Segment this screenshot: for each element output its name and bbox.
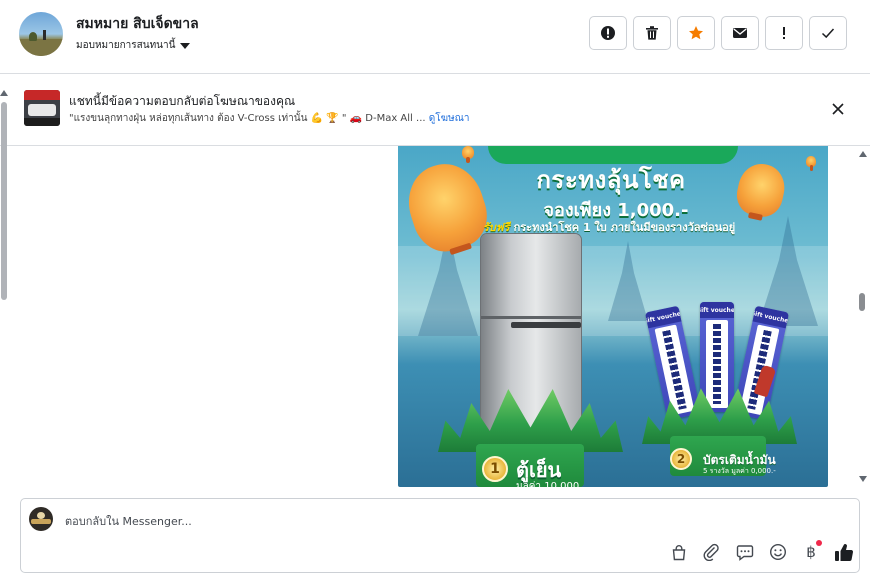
reply-composer: ฿ bbox=[20, 498, 860, 573]
contact-avatar[interactable] bbox=[19, 12, 63, 56]
composer-toolbar: ฿ bbox=[667, 540, 856, 564]
assign-conversation-dropdown[interactable]: มอบหมายการสนทนานี้ bbox=[76, 38, 191, 53]
checkmark-icon bbox=[821, 28, 835, 39]
page-scrollbar[interactable] bbox=[0, 84, 8, 580]
assign-label: มอบหมายการสนทนานี้ bbox=[76, 40, 176, 51]
close-banner-button[interactable] bbox=[828, 99, 848, 119]
saved-replies-button[interactable] bbox=[733, 540, 757, 564]
reply-input[interactable] bbox=[65, 513, 765, 529]
promo-image-message[interactable]: กระทงลุ้นโชค จองเพียง 1,000.- รับฟรี กระ… bbox=[398, 146, 828, 487]
notification-dot bbox=[816, 540, 822, 546]
scroll-down-arrow-icon[interactable] bbox=[859, 476, 867, 482]
caret-down-icon bbox=[180, 42, 191, 49]
trash-icon bbox=[646, 26, 658, 40]
bag-icon bbox=[672, 544, 686, 560]
attach-button[interactable] bbox=[700, 540, 724, 564]
ad-banner-title: แชทนี้มีข้อความตอบกลับต่อโฆษณาของคุณ bbox=[69, 94, 296, 108]
page-avatar bbox=[29, 507, 53, 531]
conversation-actions bbox=[589, 16, 847, 50]
like-button[interactable] bbox=[832, 540, 856, 564]
prize-1-badge: 1 bbox=[482, 456, 508, 482]
alert-circle-icon bbox=[601, 26, 615, 40]
close-icon bbox=[832, 103, 844, 115]
prize-2-value: 5 รางวัล มูลค่า 0,000.- bbox=[703, 467, 776, 475]
prize-2-badge: 2 bbox=[670, 448, 692, 470]
done-button[interactable] bbox=[809, 16, 847, 50]
refrigerator-image bbox=[481, 234, 581, 444]
ad-preview-text: "แรงขนลุกทางฝุ่น หล่อทุกเส้นทาง ต้อง V-C… bbox=[69, 113, 426, 124]
thumbs-up-icon bbox=[835, 543, 854, 561]
spam-button[interactable] bbox=[589, 16, 627, 50]
gift-voucher-card: Gift voucher bbox=[700, 302, 734, 412]
scroll-thumb[interactable] bbox=[859, 293, 865, 311]
ad-thumbnail[interactable] bbox=[24, 90, 60, 126]
prize-1-value: มูลค่า 10,000 bbox=[516, 481, 580, 487]
promo-headline: กระทงลุ้นโชค bbox=[536, 165, 686, 194]
lantern-small-icon bbox=[462, 146, 474, 163]
exclamation-icon bbox=[783, 27, 785, 39]
emoji-button[interactable] bbox=[766, 540, 790, 564]
delete-button[interactable] bbox=[633, 16, 671, 50]
shop-button[interactable] bbox=[667, 540, 691, 564]
star-icon bbox=[689, 26, 703, 40]
smiley-icon bbox=[769, 543, 787, 561]
mark-unread-button[interactable] bbox=[721, 16, 759, 50]
ad-reply-banner: แชทนี้มีข้อความตอบกลับต่อโฆษณาของคุณ "แร… bbox=[0, 74, 870, 146]
contact-name[interactable]: สมหมาย สิบเจ็ดขาล bbox=[76, 13, 199, 35]
scroll-thumb[interactable] bbox=[1, 102, 7, 300]
star-button[interactable] bbox=[677, 16, 715, 50]
view-ad-link[interactable]: ดูโฆษณา bbox=[429, 113, 470, 124]
thread-scrollbar[interactable] bbox=[856, 146, 870, 491]
paperclip-icon bbox=[703, 543, 719, 561]
ad-preview-line: "แรงขนลุกทางฝุ่น หล่อทุกเส้นทาง ต้อง V-C… bbox=[69, 111, 470, 126]
baht-icon: ฿ bbox=[806, 543, 816, 561]
scroll-up-arrow-icon[interactable] bbox=[0, 90, 8, 96]
message-thread: กระทงลุ้นโชค จองเพียง 1,000.- รับฟรี กระ… bbox=[10, 146, 856, 491]
conversation-header: สมหมาย สิบเจ็ดขาล มอบหมายการสนทนานี้ bbox=[0, 0, 870, 74]
chat-bubble-icon bbox=[736, 544, 754, 561]
follow-up-button[interactable] bbox=[765, 16, 803, 50]
messenger-conversation-view: สมหมาย สิบเจ็ดขาล มอบหมายการสนทนานี้ แชท… bbox=[0, 0, 870, 580]
scroll-up-arrow-icon[interactable] bbox=[859, 151, 867, 157]
envelope-icon bbox=[733, 28, 747, 38]
payment-button[interactable]: ฿ bbox=[799, 540, 823, 564]
lantern-tiny-icon bbox=[806, 156, 816, 171]
lantern-right-icon bbox=[733, 159, 789, 221]
